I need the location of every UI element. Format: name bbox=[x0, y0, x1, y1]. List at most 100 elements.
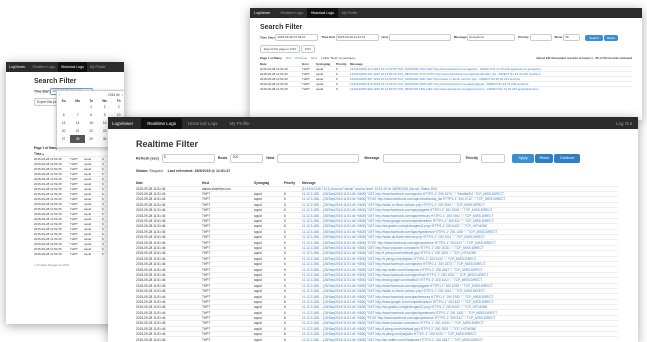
cell-priority: 6 bbox=[284, 336, 302, 342]
brand[interactable]: LogViewer bbox=[112, 121, 133, 126]
cell-host: THPT bbox=[302, 86, 316, 92]
cell-message: 1443412365.364 1182 10.13.90.59 TCP_MISS… bbox=[350, 86, 632, 92]
priority-input[interactable] bbox=[529, 34, 552, 41]
export-csv-button[interactable]: Export this page to CSV bbox=[260, 45, 301, 53]
prev-month-icon[interactable]: ‹ bbox=[59, 93, 60, 97]
cell-syslogtag: squid bbox=[316, 86, 336, 92]
priority-input[interactable] bbox=[481, 154, 506, 163]
last-refreshed-label: Last refreshed: bbox=[167, 169, 194, 173]
print-button[interactable]: Print bbox=[300, 45, 316, 53]
paging-previous[interactable]: Previous bbox=[295, 56, 307, 60]
host-input[interactable] bbox=[277, 154, 360, 163]
rows-label: Rows bbox=[217, 156, 228, 161]
time-start-input[interactable]: 2015-09-28 07:04:10 bbox=[275, 34, 319, 41]
table-row: 2015-09-28 11:52:45 THPT squid 6 bbox=[34, 211, 114, 217]
brand[interactable]: LogViewer bbox=[254, 11, 270, 15]
page-title: Search Filter bbox=[260, 24, 303, 31]
host-input[interactable] bbox=[388, 34, 451, 41]
calendar-day[interactable]: 1 bbox=[85, 103, 97, 111]
table-row: 2015-09-28 11:52:45 THPT squid 6 bbox=[34, 251, 114, 257]
calendar-day[interactable] bbox=[70, 103, 85, 111]
logout-link[interactable]: Log Out bbox=[616, 121, 638, 126]
time-start-label: Time Start bbox=[34, 89, 50, 94]
left-log-table: 2015-09-28 11:52:45 THPT squid 6 2015-09-28 … bbox=[34, 156, 114, 257]
next-month-icon[interactable]: › bbox=[122, 93, 123, 97]
message-input[interactable] bbox=[382, 154, 461, 163]
nav-realtime-logs[interactable]: Realtime Logs bbox=[29, 65, 57, 69]
show-value: 50 bbox=[565, 35, 569, 39]
table-row: 2015-09-28 11:52:45 THPT squid 6 bbox=[34, 241, 114, 247]
brand[interactable]: LogViewer bbox=[9, 65, 25, 69]
host-label: Host bbox=[266, 156, 275, 161]
table-row: 2015-09-28 11:52:45 THPT squid 6 bbox=[34, 206, 114, 212]
calendar-month-label[interactable]: 2015 Se bbox=[108, 93, 120, 97]
rows-input[interactable]: 100 bbox=[230, 154, 264, 163]
calendar-day[interactable] bbox=[57, 103, 70, 111]
calendar-day[interactable]: 3 bbox=[112, 103, 124, 111]
table-row: 2015-09-28 11:52:45 THPT squid 6 1443412365.… bbox=[260, 86, 632, 92]
table-row: 2015-09-28 11:52:45 THPT squid 6 bbox=[34, 176, 114, 182]
time-end-input[interactable]: 2015-09-29 11:12:14 bbox=[335, 34, 379, 41]
apply-button[interactable]: Apply bbox=[512, 154, 535, 163]
paging-first[interactable]: First bbox=[286, 56, 292, 60]
continue-button[interactable]: Continue bbox=[554, 154, 581, 163]
message-input[interactable]: Exceptions bbox=[467, 34, 516, 41]
page-title: Search Filter bbox=[34, 78, 77, 85]
nav-my-profile[interactable]: My Profile bbox=[338, 11, 362, 15]
calendar-day[interactable]: 27 bbox=[57, 135, 70, 143]
navbar: LogViewer Realtime Logs Historical Logs … bbox=[108, 117, 638, 129]
nav-historical-logs[interactable]: Historical Logs bbox=[57, 62, 87, 72]
table-row: 2015-09-28 11:52:45 THPT squid 6 bbox=[34, 156, 114, 162]
nav-my-profile[interactable]: My Profile bbox=[87, 65, 109, 69]
calendar-day[interactable]: 14 bbox=[70, 119, 85, 127]
time-start-label: Time Start bbox=[260, 35, 275, 40]
status-value: Stopped bbox=[149, 169, 163, 173]
nav-historical-logs[interactable]: Historical Logs bbox=[182, 121, 224, 126]
calendar-day[interactable]: 29 bbox=[85, 135, 97, 143]
refresh-value: 5 bbox=[163, 155, 166, 159]
paging-next[interactable]: Next bbox=[311, 56, 317, 60]
table-row: 2015-09-28 11:52:45 THPT squid 6 bbox=[34, 231, 114, 237]
table-row: 2015-09-28 11:51:46 THPT squid 6 11.12.3.188… bbox=[136, 336, 618, 342]
footer-copyright: © Parallel Singapore 2015 bbox=[34, 262, 70, 267]
search-button[interactable]: Search bbox=[585, 34, 604, 41]
paging-text: Page 1 of Many bbox=[34, 146, 58, 150]
time-start-value: 2015-09-28 07:04:10 bbox=[277, 35, 306, 39]
host-label: Host bbox=[381, 35, 389, 40]
calendar-day[interactable]: 28 bbox=[70, 135, 86, 143]
message-label: Message bbox=[453, 35, 467, 40]
col-time[interactable]: Time ▴ bbox=[34, 152, 44, 156]
cell-host: THPT bbox=[202, 336, 254, 342]
reset-button[interactable]: Reset bbox=[603, 34, 618, 41]
calendar-day[interactable]: 13 bbox=[57, 119, 70, 127]
calendar-day[interactable]: 20 bbox=[57, 127, 70, 135]
reset-button[interactable]: Reset bbox=[535, 154, 554, 163]
refresh-input[interactable]: 5 bbox=[161, 154, 215, 163]
table-row: 2015-09-28 11:52:45 THPT squid 6 bbox=[34, 196, 114, 202]
last-refreshed-value: 28/9/2015 @ 11:51:47 bbox=[194, 169, 231, 173]
nav-realtime-logs[interactable]: Realtime Logs bbox=[276, 11, 306, 15]
rows-value: 100 bbox=[232, 155, 239, 159]
paging-hint: [ Click "Next" to continue ] bbox=[320, 56, 356, 60]
records-summary: About 911 Document records in total | 1 … bbox=[536, 56, 632, 60]
priority-label: Priority bbox=[465, 156, 479, 161]
status-bar: Status: Stopped Last refreshed: 28/9/201… bbox=[136, 169, 618, 173]
realtime-logs-window: LogViewer Realtime Logs Historical Logs … bbox=[108, 117, 638, 342]
calendar-day[interactable]: 6 bbox=[57, 111, 70, 119]
calendar-day[interactable]: 7 bbox=[70, 111, 85, 119]
time-end-value: 2015-09-29 11:12:14 bbox=[337, 35, 366, 39]
calendar-day[interactable]: 15 bbox=[85, 119, 97, 127]
show-select[interactable]: 50 bbox=[563, 34, 581, 41]
table-row: 2015-09-28 11:52:45 THPT squid 6 bbox=[34, 216, 114, 222]
page-title: Realtime Filter bbox=[136, 139, 199, 149]
nav-my-profile[interactable]: My Profile bbox=[223, 121, 255, 126]
calendar-day[interactable]: 8 bbox=[85, 111, 97, 119]
nav-historical-logs[interactable]: Historical Logs bbox=[306, 8, 338, 18]
calendar-day[interactable]: 22 bbox=[85, 127, 97, 135]
show-label: Show bbox=[554, 35, 563, 40]
cell-priority: 6 bbox=[336, 86, 350, 92]
calendar-day[interactable]: 21 bbox=[70, 127, 85, 135]
paging-info: Page 1 of Many First Previous Next [ Cli… bbox=[260, 56, 355, 60]
nav-realtime-logs[interactable]: Realtime Logs bbox=[141, 117, 182, 129]
calendar-day[interactable]: 2 bbox=[97, 103, 112, 111]
